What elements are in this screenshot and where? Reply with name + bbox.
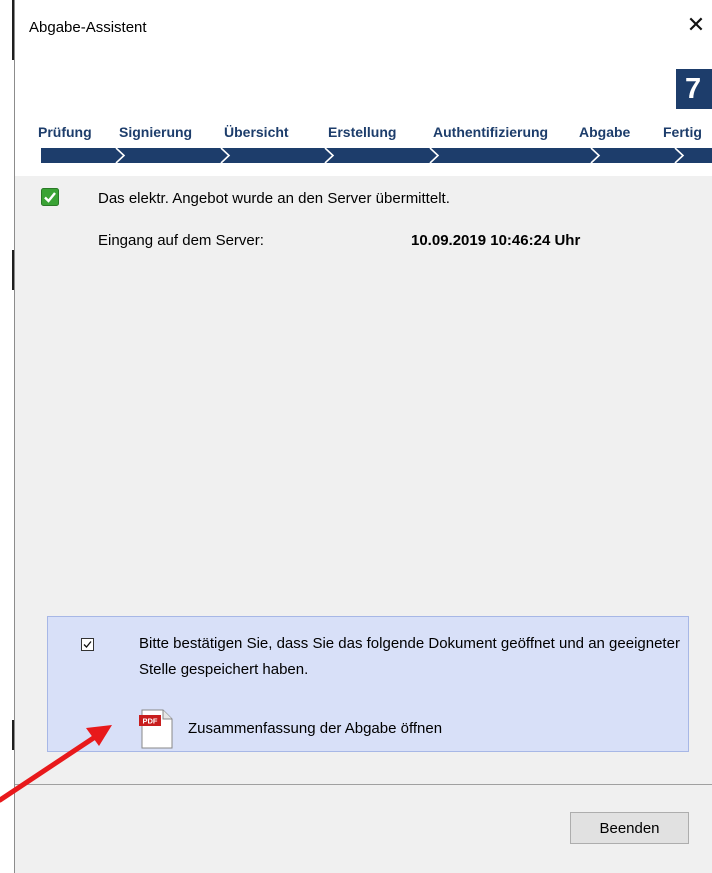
red-arrow-annotation — [0, 725, 112, 803]
step-label: Signierung — [119, 124, 193, 140]
green-check-icon — [41, 188, 59, 206]
wizard-header: Abgabe-Assistent ✕ 7 Prüfung Signierung … — [15, 0, 712, 176]
wizard-steps: Prüfung Signierung Übersicht Erstellung … — [15, 124, 712, 140]
step-label: Übersicht — [224, 124, 289, 140]
step-label: Authentifizierung — [433, 124, 549, 140]
close-icon[interactable]: ✕ — [685, 14, 707, 36]
step-label: Abgabe — [579, 124, 631, 140]
received-label: Eingang auf dem Server: — [98, 232, 264, 249]
step-number-badge: 7 — [676, 69, 712, 109]
window-title: Abgabe-Assistent — [29, 19, 147, 36]
status-message: Das elektr. Angebot wurde an den Server … — [98, 190, 450, 207]
step-label: Prüfung — [38, 124, 92, 140]
step-label: Fertig — [663, 124, 702, 140]
pdf-document-icon: PDF — [139, 709, 173, 749]
pdf-icon-label: PDF — [143, 717, 158, 726]
confirmation-panel: Bitte bestätigen Sie, dass Sie das folge… — [47, 616, 689, 752]
wizard-progress-bar — [41, 148, 712, 163]
finish-button[interactable]: Beenden — [570, 812, 689, 844]
confirm-checkbox[interactable] — [81, 638, 94, 651]
checkmark-icon — [83, 641, 92, 648]
pdf-link-label[interactable]: Zusammenfassung der Abgabe öffnen — [188, 720, 442, 737]
confirmation-text: Bitte bestätigen Sie, dass Sie das folge… — [139, 635, 680, 678]
received-timestamp: 10.09.2019 10:46:24 Uhr — [411, 232, 581, 249]
step-label: Erstellung — [328, 124, 397, 140]
